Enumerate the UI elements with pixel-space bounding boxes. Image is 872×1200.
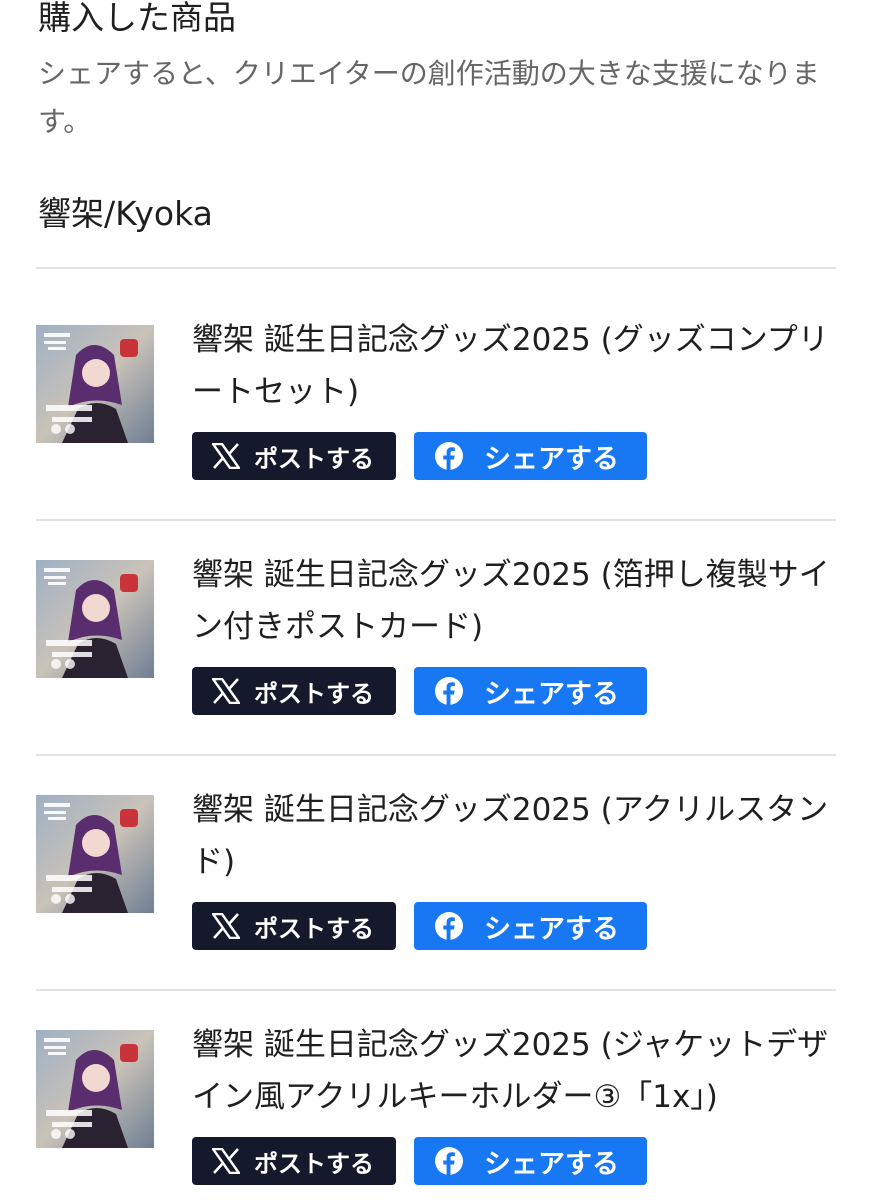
post-to-x-button[interactable]: ポストする: [192, 1137, 396, 1185]
purchased-items-page: 購入した商品 シェアすると、クリエイターの創作活動の大きな支援になります。 響架…: [0, 0, 872, 1200]
product-thumbnail[interactable]: [36, 560, 154, 678]
item-title[interactable]: 響架 誕生日記念グッズ2025 (アクリルスタンド): [192, 784, 842, 888]
x-logo-icon: [212, 1148, 240, 1174]
post-to-x-button[interactable]: ポストする: [192, 902, 396, 950]
share-to-facebook-button[interactable]: シェアする: [414, 902, 647, 950]
product-thumbnail[interactable]: [36, 795, 154, 913]
share-button-label: シェアする: [484, 913, 619, 945]
shop-name[interactable]: 響架/Kyoka: [38, 192, 213, 236]
list-item: 響架 誕生日記念グッズ2025 (グッズコンプリートセット) ポストする シェア…: [0, 268, 872, 480]
page-title: 購入した商品: [38, 0, 236, 37]
item-title[interactable]: 響架 誕生日記念グッズ2025 (グッズコンプリートセット): [192, 314, 842, 418]
list-item: 響架 誕生日記念グッズ2025 (ジャケットデザイン風アクリルキーホルダー③「1…: [0, 973, 872, 1185]
post-button-label: ポストする: [254, 1149, 374, 1178]
share-button-label: シェアする: [484, 678, 619, 710]
facebook-icon: [434, 911, 464, 941]
x-logo-icon: [212, 443, 240, 469]
item-title[interactable]: 響架 誕生日記念グッズ2025 (箔押し複製サイン付きポストカード): [192, 549, 842, 653]
facebook-icon: [434, 676, 464, 706]
x-logo-icon: [212, 678, 240, 704]
facebook-icon: [434, 441, 464, 471]
share-to-facebook-button[interactable]: シェアする: [414, 432, 647, 480]
post-button-label: ポストする: [254, 679, 374, 708]
page-description: シェアすると、クリエイターの創作活動の大きな支援になります。: [38, 57, 820, 138]
item-title[interactable]: 響架 誕生日記念グッズ2025 (ジャケットデザイン風アクリルキーホルダー③「1…: [192, 1019, 842, 1123]
post-button-label: ポストする: [254, 444, 374, 473]
share-button-label: シェアする: [484, 443, 619, 475]
post-button-label: ポストする: [254, 914, 374, 943]
facebook-icon: [434, 1146, 464, 1176]
x-logo-icon: [212, 913, 240, 939]
post-to-x-button[interactable]: ポストする: [192, 432, 396, 480]
share-button-label: シェアする: [484, 1148, 619, 1180]
share-to-facebook-button[interactable]: シェアする: [414, 667, 647, 715]
product-thumbnail[interactable]: [36, 325, 154, 443]
list-item: 響架 誕生日記念グッズ2025 (アクリルスタンド) ポストする シェアする: [0, 738, 872, 950]
product-thumbnail[interactable]: [36, 1030, 154, 1148]
post-to-x-button[interactable]: ポストする: [192, 667, 396, 715]
list-item: 響架 誕生日記念グッズ2025 (箔押し複製サイン付きポストカード) ポストする…: [0, 503, 872, 715]
share-to-facebook-button[interactable]: シェアする: [414, 1137, 647, 1185]
